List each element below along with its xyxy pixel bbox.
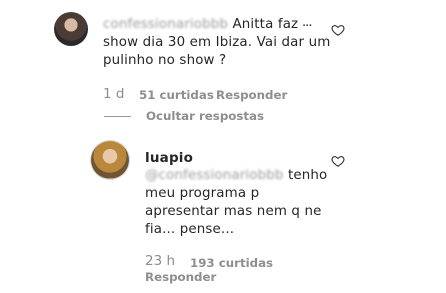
reply-text-line3: apresentar mas nem q ne (145, 204, 322, 219)
commenter-avatar[interactable] (54, 12, 88, 46)
reply-likes[interactable]: 193 curtidas (190, 256, 273, 270)
reply-text-line1: tenho (287, 168, 328, 183)
reply-time: 23 h (145, 253, 176, 269)
comment-text-line3: pulinho no show ? (103, 53, 227, 68)
reply-reply-button[interactable]: Responder (145, 270, 216, 284)
heart-outline-icon[interactable] (331, 23, 345, 37)
comment-username[interactable]: confessionariobbb (103, 17, 228, 32)
comment-time: 1 d (103, 86, 125, 102)
hide-replies-button[interactable]: Ocultar respostas (146, 109, 264, 123)
comment-text-line2: show dia 30 em Ibiza. Vai dar um (103, 35, 331, 50)
reply-first-line: @confessionariobbb tenho (145, 167, 327, 186)
hide-replies-divider (104, 116, 131, 117)
comment-reply-button[interactable]: Responder (216, 88, 287, 102)
comment-likes[interactable]: 51 curtidas (139, 88, 214, 102)
reply-username[interactable]: luapio (145, 150, 193, 166)
more-options-icon[interactable]: ... (302, 13, 312, 30)
reply-text-line4: fia... pense... (145, 222, 235, 237)
comment-body: confessionariobbb Anitta faz (103, 16, 333, 35)
reply-mention[interactable]: @confessionariobbb (145, 168, 284, 183)
heart-outline-icon[interactable] (331, 154, 345, 168)
comment-text-line1: Anitta faz (232, 17, 299, 32)
reply-text-line2: meu programa p (145, 186, 260, 201)
reply-avatar[interactable] (91, 141, 129, 179)
